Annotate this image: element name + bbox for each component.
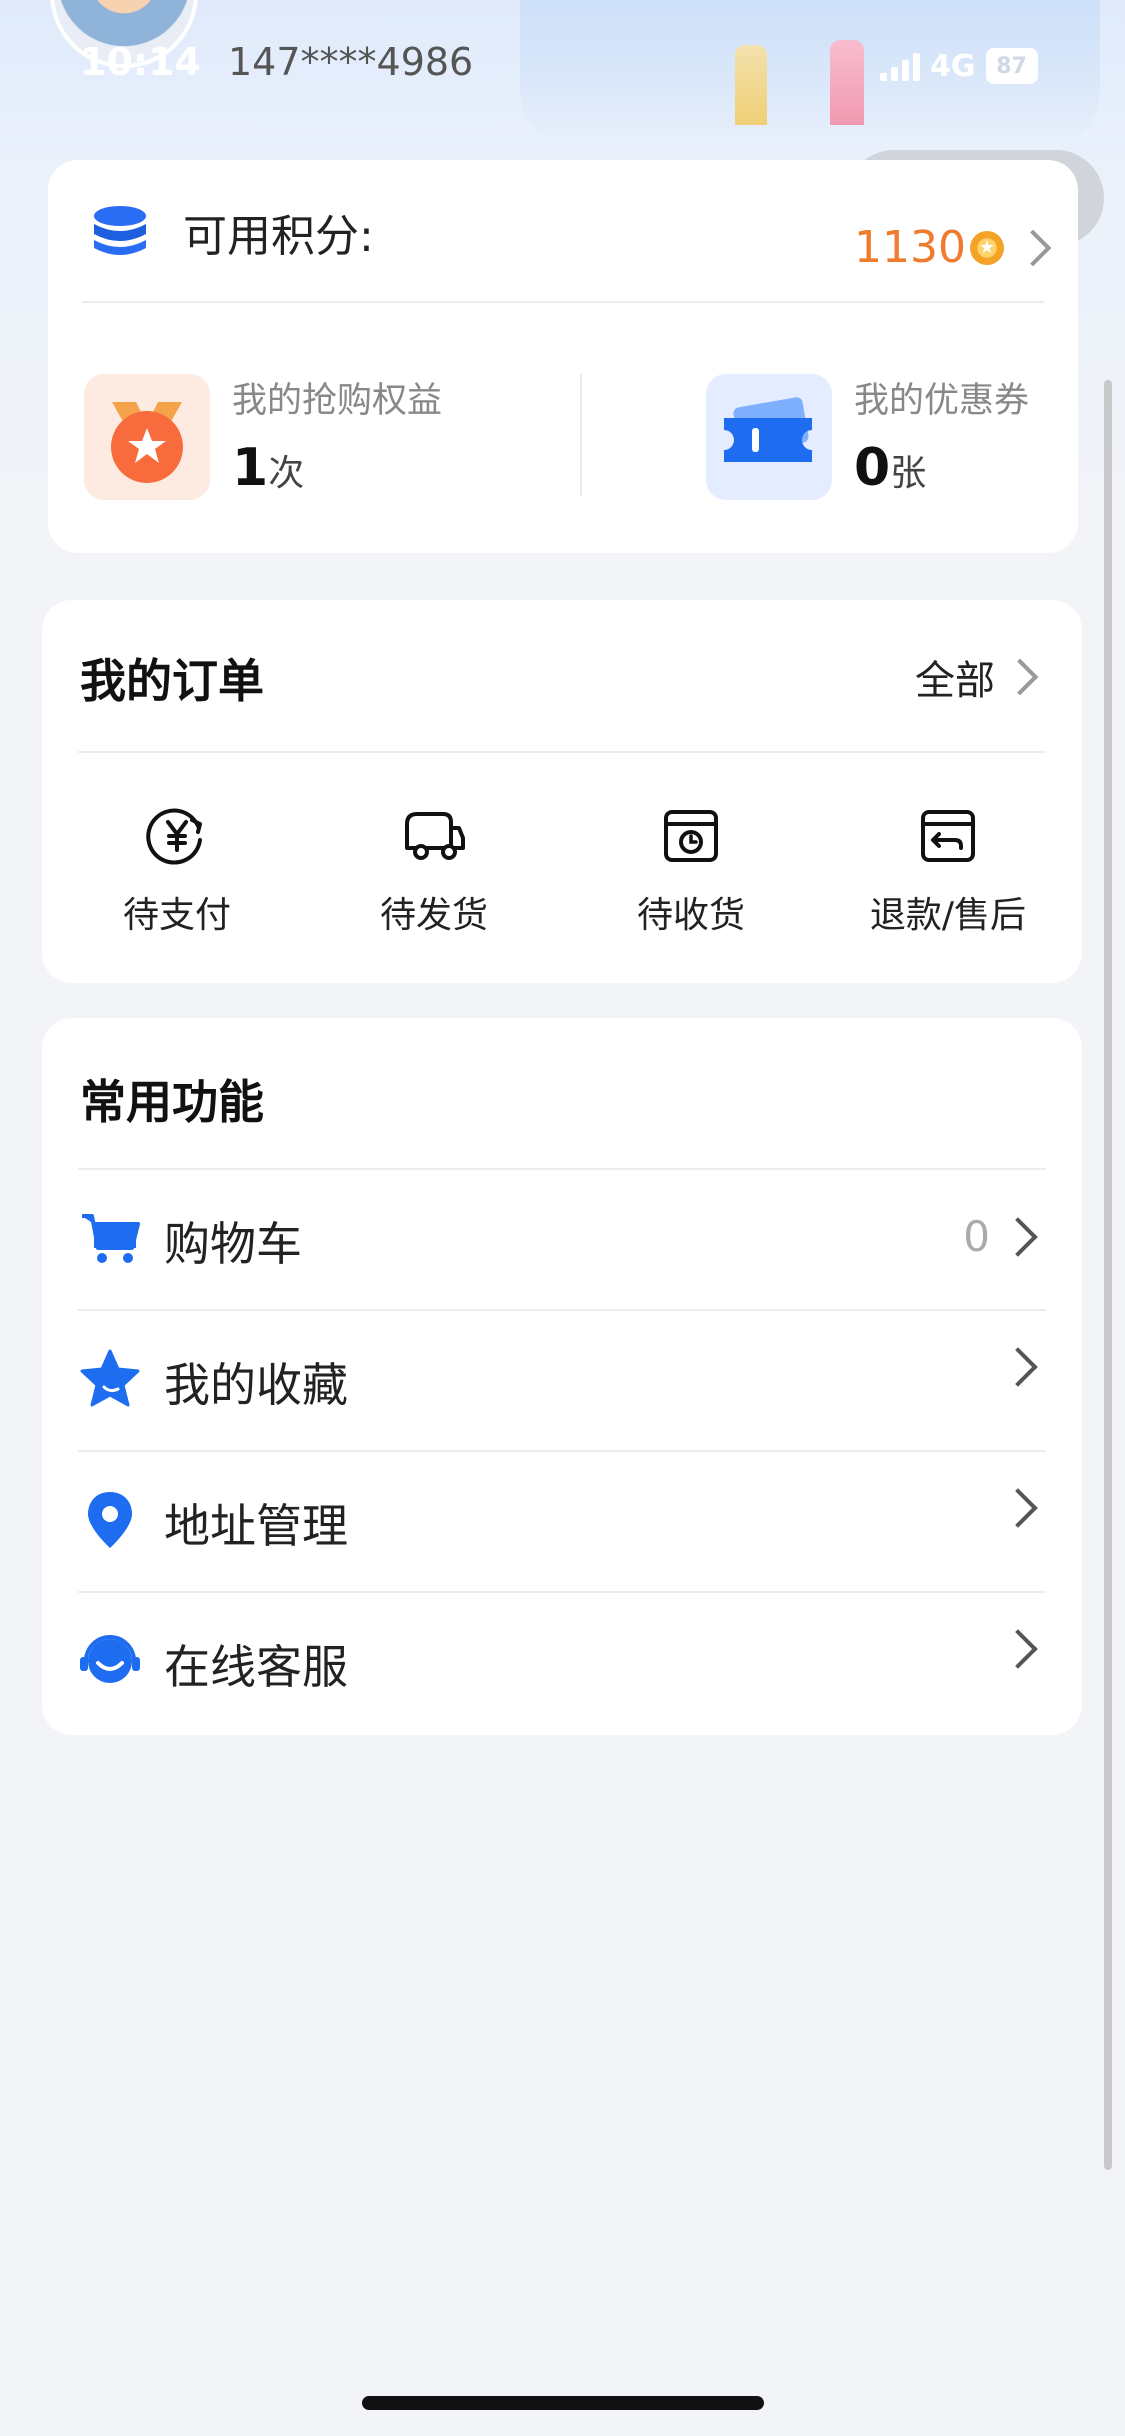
- benefit-count: 0: [854, 438, 891, 498]
- status-time: 10:14: [80, 40, 201, 84]
- function-row-address[interactable]: 地址管理: [78, 1450, 1046, 1593]
- headset-icon: [80, 1635, 140, 1683]
- function-row-cart[interactable]: 购物车 0: [78, 1168, 1046, 1311]
- all-orders-link[interactable]: 全部: [915, 648, 1039, 706]
- star-icon: [80, 1349, 140, 1407]
- purchase-rights-entry[interactable]: 我的抢购权益 1次: [84, 372, 442, 502]
- benefit-title: 我的优惠券: [854, 381, 1030, 421]
- header-decoration: [830, 40, 864, 125]
- order-pending-payment[interactable]: 待支付: [62, 800, 292, 938]
- truck-icon: [405, 812, 465, 860]
- orders-title: 我的订单: [80, 654, 264, 708]
- user-phone: 147****4986: [228, 40, 474, 84]
- function-label: 我的收藏: [164, 1358, 348, 1412]
- order-label: 退款/售后: [869, 895, 1027, 936]
- medal-icon: [84, 374, 210, 500]
- function-row-support[interactable]: 在线客服: [78, 1591, 1046, 1734]
- common-functions-title: 常用功能: [80, 1075, 264, 1129]
- chevron-right-icon: [1001, 658, 1039, 696]
- common-functions-card: 常用功能 购物车 0 我的收藏 地址管理 在线客服: [42, 1018, 1082, 1735]
- order-pending-shipment[interactable]: 待发货: [319, 800, 549, 938]
- order-label: 待收货: [636, 895, 745, 936]
- benefit-unit: 张: [890, 453, 927, 494]
- divider: [78, 751, 1046, 753]
- scrollbar[interactable]: [1104, 380, 1112, 2170]
- benefit-count: 1: [232, 438, 269, 498]
- location-pin-icon: [88, 1492, 132, 1548]
- function-label: 地址管理: [164, 1499, 348, 1553]
- network-type: 4G: [930, 48, 976, 84]
- chevron-right-icon: [998, 1347, 1038, 1387]
- function-label: 在线客服: [164, 1640, 348, 1694]
- all-orders-label: 全部: [915, 658, 995, 704]
- coupon-icon: [706, 374, 832, 500]
- order-label: 待支付: [122, 895, 231, 936]
- benefit-unit: 次: [268, 453, 305, 494]
- divider: [82, 301, 1044, 303]
- chevron-right-icon: [1014, 229, 1052, 266]
- chevron-right-icon: [998, 1629, 1038, 1669]
- points-card: 可用积分: 1130 ★ 我的抢购权益 1次 我的优惠券 0张: [48, 160, 1078, 553]
- coupons-entry[interactable]: 我的优惠券 0张: [706, 372, 1029, 502]
- vertical-divider: [580, 374, 582, 496]
- function-label: 购物车: [164, 1217, 302, 1271]
- order-refund-aftersales[interactable]: 退款/售后: [833, 800, 1063, 938]
- coins-stack-icon: [94, 206, 146, 255]
- header-decoration: [735, 45, 767, 125]
- order-label: 待发货: [379, 895, 488, 936]
- function-row-favorites[interactable]: 我的收藏: [78, 1309, 1046, 1452]
- points-label: 可用积分:: [183, 211, 374, 262]
- cart-icon: [82, 1214, 140, 1263]
- cart-count: 0: [963, 1212, 990, 1261]
- yen-circle-icon: [146, 808, 202, 865]
- benefit-title: 我的抢购权益: [232, 381, 443, 421]
- points-value: 1130: [854, 222, 966, 273]
- chevron-right-icon: [998, 1216, 1038, 1257]
- coin-icon: ★: [969, 230, 1004, 265]
- order-pending-receipt[interactable]: 待收货: [576, 800, 806, 938]
- box-return-icon: [921, 810, 975, 862]
- home-indicator: [362, 2396, 764, 2410]
- orders-card: 我的订单 全部 待支付 待发货 待收货 退款/售后: [42, 600, 1082, 983]
- box-clock-icon: [664, 810, 718, 862]
- chevron-right-icon: [998, 1488, 1038, 1528]
- signal-icon: [880, 51, 920, 81]
- status-bar-right: 4G 87: [880, 48, 1038, 84]
- points-value-link[interactable]: 1130 ★: [854, 222, 1052, 273]
- battery-icon: 87: [985, 48, 1038, 84]
